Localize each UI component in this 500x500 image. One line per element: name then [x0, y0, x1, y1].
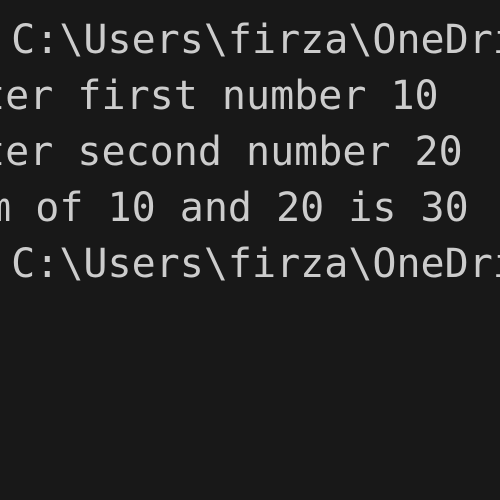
terminal-line-output: um of 10 and 20 is 30: [0, 185, 469, 231]
terminal-line-prompt: S C:\Users\firza\OneDri: [0, 17, 500, 63]
terminal-panel[interactable]: S C:\Users\firza\OneDri nter first numbe…: [0, 0, 500, 500]
terminal-line-output: nter first number 10: [0, 73, 439, 119]
terminal-line-output: nter second number 20: [0, 129, 463, 175]
terminal-line-prompt: S C:\Users\firza\OneDri: [0, 241, 500, 287]
